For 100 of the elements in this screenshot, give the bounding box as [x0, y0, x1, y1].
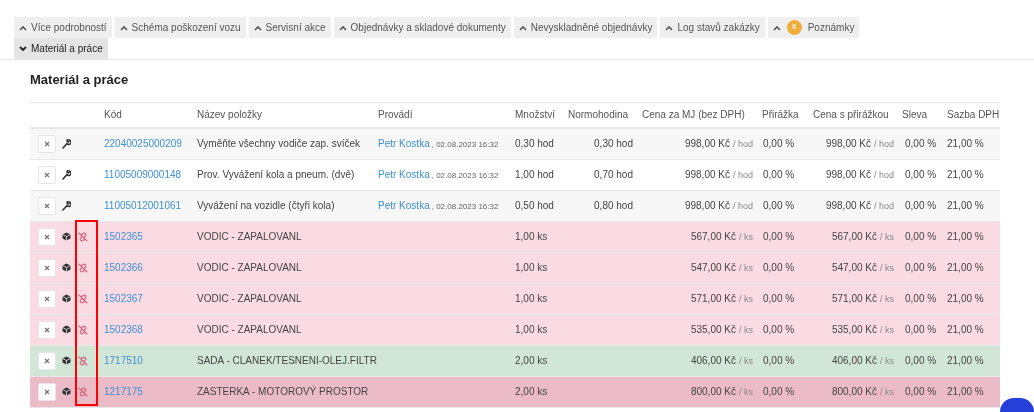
table-cell: 1,00 ks [515, 262, 548, 273]
table-cell: 0,70 hod [594, 169, 633, 180]
section-tab[interactable]: Více podrobností [14, 17, 112, 38]
price: 998,00 Kč [684, 199, 730, 211]
price: 406,00 Kč [690, 354, 736, 366]
table-cell: 0,00 % [763, 324, 795, 335]
unit-label: / ks [880, 262, 894, 273]
table-cell: 0,00 % [905, 262, 937, 273]
table-cell: 0,00 % [763, 262, 795, 273]
unit-label: / ks [880, 355, 894, 366]
performer-link[interactable]: Petr Kostka [378, 138, 430, 150]
unit-label: / ks [739, 293, 753, 304]
section-tab[interactable]: Servisní akce [248, 17, 331, 38]
column-header: Přirážka [762, 109, 799, 121]
table-cell: 21,00 % [947, 293, 984, 304]
column-header: Množství [515, 109, 555, 121]
timestamp: , 02.08.2023 16:32 [431, 171, 499, 180]
unit-label: / ks [739, 355, 753, 366]
unit-label: / ks [739, 231, 753, 242]
table-cell: 0,00 % [905, 231, 937, 242]
item-code-link[interactable]: 1502367 [104, 293, 143, 304]
item-code-link[interactable]: 11005009000148 [104, 169, 182, 180]
table-cell: 1,00 hod [515, 169, 554, 180]
column-header: Normohodina [568, 109, 629, 121]
price: 998,00 Kč [825, 138, 871, 149]
unit-label: / ks [880, 324, 894, 335]
item-name: VODIC - ZAPALOVANL [197, 324, 302, 335]
table-cell: 0,00 % [763, 231, 795, 242]
price: 567,00 Kč [690, 230, 736, 242]
section-title: Materiál a práce [30, 71, 130, 89]
table-cell: 0,00 % [905, 386, 937, 397]
column-header: Název položky [197, 109, 263, 121]
item-name: Prov. Vyvážení kola a pneum. (dvě) [197, 169, 355, 180]
table-cell: 0,00 % [763, 355, 795, 366]
table-cell: 2,00 ks [515, 355, 548, 366]
item-code-link[interactable]: 22040025000209 [104, 138, 182, 150]
table-cell: 21,00 % [947, 200, 984, 211]
table-cell: 0,00 % [905, 169, 937, 180]
price: 567,00 Kč [831, 230, 877, 242]
section-tab[interactable]: Materiál a práce [14, 38, 108, 59]
unit-label: / ks [739, 386, 753, 397]
column-header: Provádí [378, 109, 413, 121]
column-header: Cena s přirážkou [813, 109, 889, 121]
price: 535,00 Kč [831, 323, 877, 335]
table-cell: 21,00 % [947, 138, 984, 150]
section-tab[interactable]: Objednávky a skladové dokumenty [333, 17, 511, 38]
unit-label: / ks [880, 293, 894, 304]
unit-label: / hod [732, 169, 753, 180]
price: 406,00 Kč [831, 354, 877, 366]
table-cell: 0,30 hod [594, 138, 633, 150]
item-code-link[interactable]: 1502365 [104, 231, 143, 242]
table-cell: 21,00 % [947, 169, 984, 180]
table-cell: 21,00 % [947, 262, 984, 273]
table-cell: 1,00 ks [515, 293, 548, 304]
table-cell: 21,00 % [947, 386, 984, 397]
section-tab[interactable]: Log stavů zakázky [660, 17, 765, 38]
performer-link[interactable]: Petr Kostka [378, 200, 430, 211]
table-cell: 0,00 % [763, 138, 795, 150]
price: 571,00 Kč [831, 292, 877, 304]
section-tab[interactable]: Nevyskladněné objednávky [513, 17, 658, 38]
section-tab[interactable]: Schéma poškození vozu [114, 17, 246, 38]
price: 547,00 Kč [831, 261, 877, 273]
table-cell: 2,00 ks [515, 386, 548, 397]
price: 998,00 Kč [825, 199, 871, 211]
unit-label: / ks [739, 324, 753, 335]
price: 535,00 Kč [690, 323, 736, 335]
table-cell: 0,00 % [905, 324, 937, 335]
item-code-link[interactable]: 1502368 [104, 324, 143, 335]
table-cell: 0,00 % [763, 169, 795, 180]
table-cell: 0,00 % [905, 138, 937, 150]
timestamp: , 02.08.2023 16:32 [431, 140, 499, 150]
item-name: ZASTERKA - MOTOROVÝ PROSTOR [197, 386, 369, 397]
timestamp: , 02.08.2023 16:32 [431, 202, 499, 211]
item-code-link[interactable]: 1502366 [104, 262, 143, 273]
unit-label: / hod [873, 139, 894, 149]
table-cell: 1,00 ks [515, 324, 548, 335]
table-cell: 0,00 % [763, 293, 795, 304]
column-header: Kód [104, 109, 122, 121]
table-cell: 21,00 % [947, 231, 984, 242]
item-code-link[interactable]: 11005012001061 [104, 200, 182, 211]
item-code-link[interactable]: 1217175 [104, 386, 143, 397]
item-code-link[interactable]: 1717510 [104, 355, 143, 366]
price: 547,00 Kč [690, 261, 736, 273]
table-cell: 0,00 % [763, 386, 795, 397]
table-cell: 0,30 hod [515, 138, 554, 150]
unit-label: / ks [880, 231, 894, 242]
table-cell: 0,00 % [905, 355, 937, 366]
unit-label: / ks [880, 386, 894, 397]
unit-label: / hod [732, 139, 753, 149]
column-header: Cena za MJ (bez DPH) [642, 109, 745, 121]
price: 998,00 Kč [684, 168, 730, 180]
price: 998,00 Kč [825, 168, 871, 180]
item-name: Vyvážení na vozidle (čtyři kola) [197, 200, 335, 211]
price: 800,00 Kč [831, 385, 877, 397]
performer-link[interactable]: Petr Kostka [378, 169, 430, 180]
column-header: Sleva [902, 109, 927, 121]
table-cell: 0,00 % [905, 293, 937, 304]
table-cell: 1,00 ks [515, 231, 548, 242]
column-header: Sazba DPH [947, 109, 1000, 121]
item-name: Vyměňte všechny vodiče zap. svíček [197, 138, 361, 150]
